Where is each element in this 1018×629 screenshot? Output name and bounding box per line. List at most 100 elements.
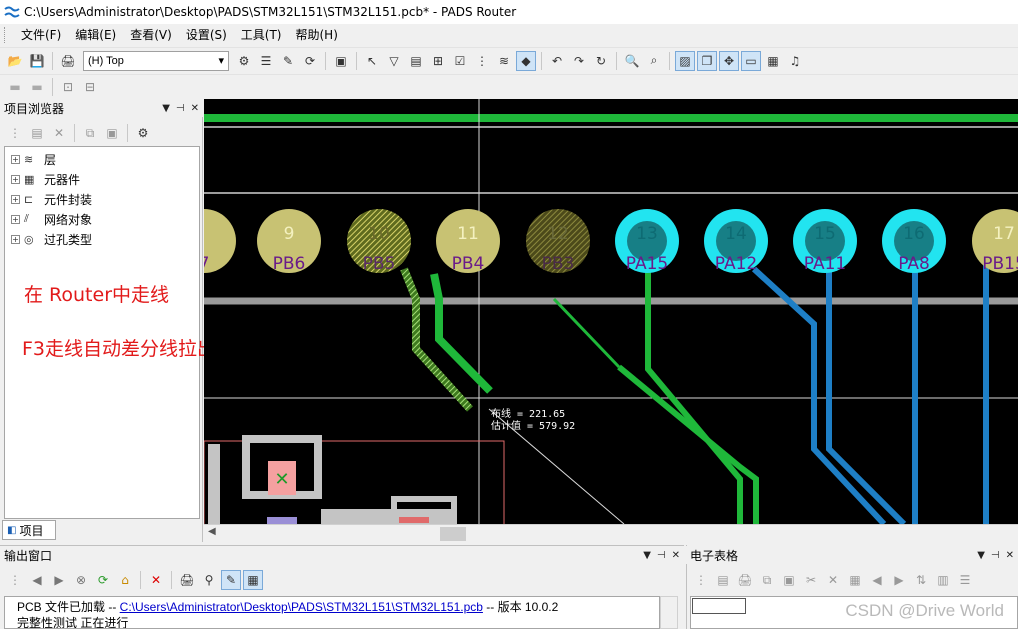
menu-file[interactable]: 文件(F) [14,25,68,45]
select-icon[interactable]: ↖ [362,51,382,71]
zoom-window-icon[interactable]: ▨ [675,50,695,71]
monitor-icon[interactable]: ▦ [763,51,783,71]
expand-icon[interactable]: + [11,214,20,224]
redo-icon[interactable]: ↷ [569,51,589,71]
spreadsheet-cell[interactable] [692,598,746,614]
pad-pb6[interactable]: 9 PB6 [257,209,321,274]
new-icon[interactable]: ▤ [27,123,47,143]
tool-3-icon[interactable]: ⊡ [58,77,78,97]
output-vertical-scrollbar[interactable] [660,596,678,629]
copy-icon[interactable]: ⧉ [80,123,100,143]
pin-icon[interactable]: ⊣ [657,550,666,561]
properties-icon[interactable]: ⚙ [133,123,153,143]
pad-pb15[interactable]: 17 PB15 [972,209,1018,274]
pad-pa8[interactable]: 16 PA8 [882,209,946,274]
delete-icon[interactable]: ✕ [49,123,69,143]
print-icon[interactable]: 🖨 [735,570,755,590]
pad-pa12[interactable]: 14 PA12 [704,209,768,274]
output-log[interactable]: PCB 文件已加载 -- C:\Users\Administrator\Desk… [4,596,660,629]
net-icon[interactable]: ⋮ [472,51,492,71]
tree-item-layers[interactable]: + ≋ 层 [5,149,199,169]
menu-edit[interactable]: 编辑(E) [68,25,123,45]
pcb-canvas[interactable]: 7 9 PB6 10 PB5 11 PB4 12 PB3 13 PA15 14 PA12 15 PA11 16… [204,99,1018,524]
dropdown-icon[interactable]: ▼ [977,550,985,561]
expand-icon[interactable]: + [11,174,20,184]
columns-icon[interactable]: ▥ [933,570,953,590]
component-tool-icon[interactable]: ▤ [406,51,426,71]
format-icon[interactable]: ▦ [845,570,865,590]
dropdown-icon[interactable]: ▼ [162,103,170,114]
sort-icon[interactable]: ⇅ [911,570,931,590]
find-icon[interactable]: ⚲ [199,570,219,590]
properties-icon[interactable]: ⚙ [234,51,254,71]
layer-select[interactable]: (H) Top ▾ [83,50,229,71]
back-icon[interactable]: ◀ [867,570,887,590]
paste-icon[interactable]: ▣ [779,570,799,590]
menu-view[interactable]: 查看(V) [123,25,179,45]
list-icon[interactable]: ☰ [256,51,276,71]
forward-icon[interactable]: ▶ [889,570,909,590]
expand-icon[interactable]: + [11,194,20,204]
route-tool-icon[interactable]: ⊞ [428,51,448,71]
tree-item-via-types[interactable]: + ◎ 过孔类型 [5,229,199,249]
scroll-left-icon[interactable]: ◀ [208,526,216,537]
pad-pb4[interactable]: 11 PB4 [436,209,500,274]
close-icon[interactable]: ✕ [1006,550,1014,561]
grid-icon[interactable]: ▦ [243,570,263,590]
frame-icon[interactable]: ▭ [741,50,761,71]
dropdown-icon[interactable]: ▼ [643,550,651,561]
tree-item-nets[interactable]: + ⫽ 网络对象 [5,209,199,229]
refresh-icon[interactable]: ⟳ [300,51,320,71]
paste-icon[interactable]: ▣ [102,123,122,143]
scroll-thumb[interactable] [440,527,466,541]
clear-icon[interactable]: ✕ [146,570,166,590]
tab-project[interactable]: ◧ 项目 [2,520,56,540]
close-icon[interactable]: ✕ [672,550,680,561]
log-file-link[interactable]: C:\Users\Administrator\Desktop\PADS\STM3… [120,600,483,614]
copy-icon[interactable]: ⧉ [757,570,777,590]
layer-pair-icon[interactable]: ◆ [516,50,536,71]
undo-icon[interactable]: ↶ [547,51,567,71]
open-icon[interactable]: 📂 [5,51,25,71]
pad-pa11[interactable]: 15 PA11 [793,209,857,274]
tool-icon[interactable]: ✎ [278,51,298,71]
pin-icon[interactable]: ⊣ [991,550,1000,561]
toolbar-grip[interactable] [4,27,8,43]
pin-icon[interactable]: ⊣ [176,103,185,114]
print-icon[interactable]: 🖨 [177,570,197,590]
tool-4-icon[interactable]: ⊟ [80,77,100,97]
expand-icon[interactable]: + [11,154,20,164]
home-icon[interactable]: ⌂ [115,570,135,590]
design-rules-icon[interactable]: ▣ [331,51,351,71]
menu-setup[interactable]: 设置(S) [179,25,234,45]
close-icon[interactable]: ✕ [191,103,199,114]
cut-icon[interactable]: ✂ [801,570,821,590]
zoom-icon[interactable]: 🔍 [622,51,642,71]
canvas-horizontal-scrollbar[interactable]: ◀ [204,524,1018,542]
delete-icon[interactable]: ✕ [823,570,843,590]
print-icon[interactable]: 🖨 [58,51,78,71]
forward-icon[interactable]: ▶ [49,570,69,590]
pad-pb3[interactable]: 12 PB3 [526,209,590,274]
verify-icon[interactable]: ☑ [450,51,470,71]
expand-icon[interactable]: + [11,234,20,244]
drc-filter-icon[interactable]: ▽ [384,51,404,71]
repeat-icon[interactable]: ↻ [591,51,611,71]
stop-icon[interactable]: ⊗ [71,570,91,590]
pan-icon[interactable]: ✥ [719,50,739,71]
reload-icon[interactable]: ⟳ [93,570,113,590]
menu-tools[interactable]: 工具(T) [234,25,289,45]
pad-pb5[interactable]: 10 PB5 [347,209,411,274]
pad-pa15[interactable]: 13 PA15 [615,209,679,274]
music-icon[interactable]: ♫ [785,51,805,71]
tree-item-footprints[interactable]: + ⊏ 元件封装 [5,189,199,209]
windows-icon[interactable]: ❐ [697,50,717,71]
save-icon[interactable]: 💾 [27,51,47,71]
edit-icon[interactable]: ✎ [221,570,241,590]
menu-help[interactable]: 帮助(H) [289,25,345,45]
diff-pair-icon[interactable]: ≋ [494,51,514,71]
new-sheet-icon[interactable]: ▤ [713,570,733,590]
back-icon[interactable]: ◀ [27,570,47,590]
pad-7[interactable]: 7 [204,209,236,274]
tree-item-components[interactable]: + ▦ 元器件 [5,169,199,189]
